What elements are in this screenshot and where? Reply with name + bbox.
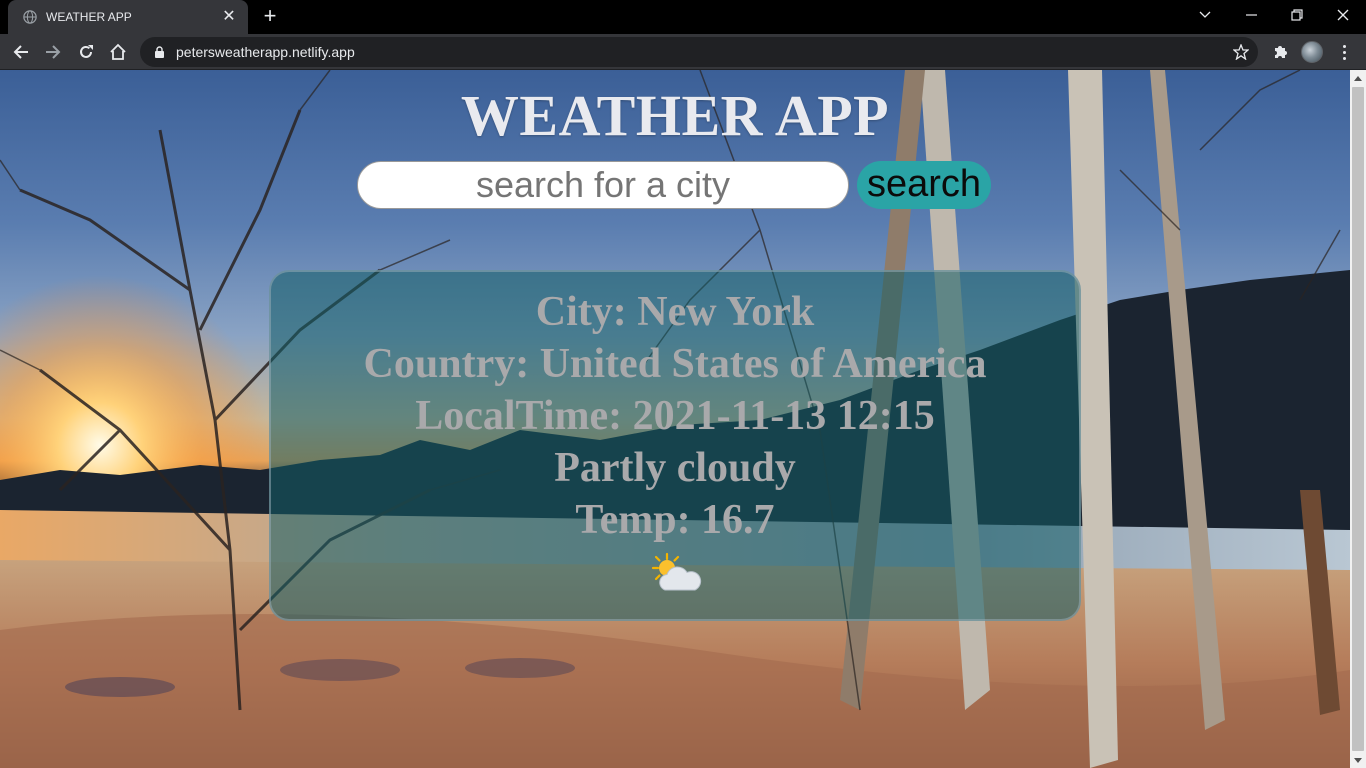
profile-avatar[interactable]	[1301, 41, 1323, 63]
close-window-icon[interactable]	[1320, 0, 1366, 30]
temperature-text: Temp: 16.7	[575, 497, 775, 543]
url-text: petersweatherapp.netlify.app	[176, 44, 355, 60]
bookmark-star-icon[interactable]	[1232, 43, 1250, 61]
browser-menu-icon[interactable]	[1334, 40, 1354, 64]
condition-text: Partly cloudy	[554, 445, 796, 491]
page-title: WEATHER APP	[460, 83, 890, 148]
extensions-puzzle-icon[interactable]	[1268, 40, 1292, 64]
search-button[interactable]: search	[857, 161, 991, 209]
local-time-text: LocalTime: 2021-11-13 12:15	[415, 393, 935, 439]
new-tab-button[interactable]: +	[258, 5, 282, 29]
search-form: search	[357, 160, 991, 210]
scrollbar-thumb[interactable]	[1352, 87, 1364, 751]
page-viewport: WEATHER APP search City: New York Countr…	[0, 70, 1350, 768]
close-tab-icon[interactable]: ✕	[220, 8, 238, 26]
scroll-down-arrow-icon[interactable]	[1350, 752, 1366, 768]
back-icon[interactable]	[7, 38, 35, 66]
tab-search-icon[interactable]	[1182, 0, 1228, 30]
tab-title: WEATHER APP	[46, 10, 132, 24]
forward-icon[interactable]	[39, 38, 67, 66]
weather-card: City: New York Country: United States of…	[269, 270, 1081, 621]
globe-icon	[22, 9, 38, 25]
minimize-icon[interactable]	[1228, 0, 1274, 30]
country-text: Country: United States of America	[363, 341, 987, 387]
browser-tab[interactable]: WEATHER APP ✕	[8, 0, 248, 34]
restore-icon[interactable]	[1274, 0, 1320, 30]
browser-tab-strip: WEATHER APP ✕ +	[0, 0, 1366, 34]
home-icon[interactable]	[104, 38, 132, 66]
reload-icon[interactable]	[72, 38, 100, 66]
city-text: City: New York	[535, 289, 815, 335]
address-bar[interactable]: petersweatherapp.netlify.app	[140, 37, 1258, 67]
lock-icon[interactable]	[154, 45, 168, 59]
browser-toolbar: petersweatherapp.netlify.app	[0, 34, 1366, 70]
scroll-up-arrow-icon[interactable]	[1350, 70, 1366, 86]
page-scrollbar[interactable]	[1350, 70, 1366, 768]
city-search-input[interactable]	[357, 161, 849, 209]
partly-cloudy-icon	[651, 552, 702, 591]
